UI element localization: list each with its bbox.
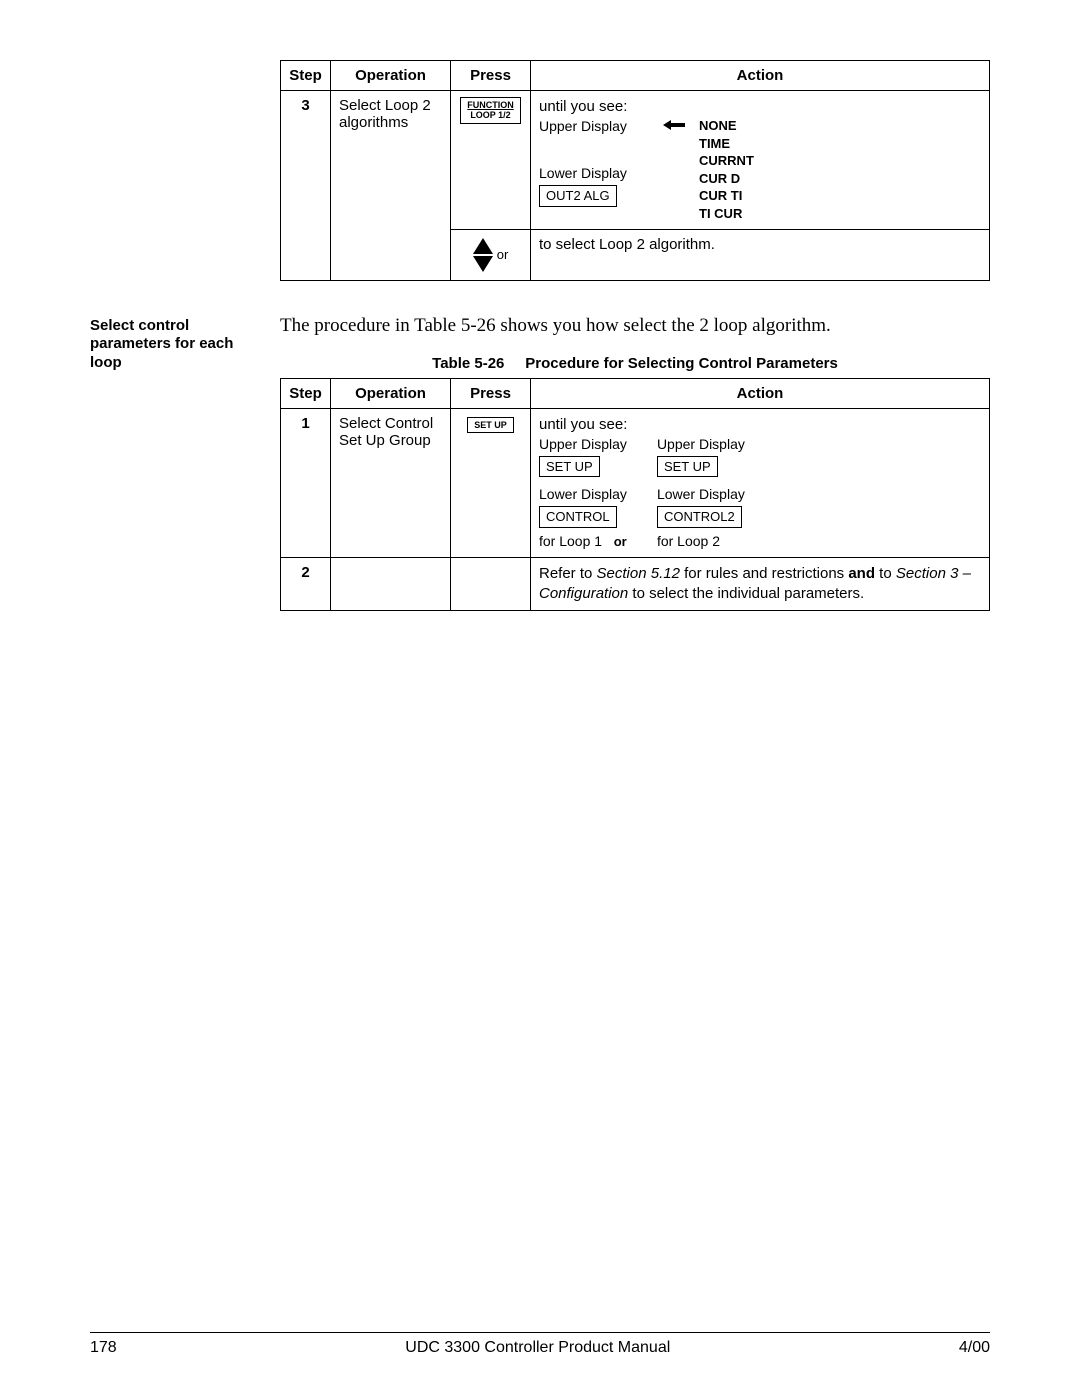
action-intro: until you see: — [539, 97, 981, 117]
option-item: NONE — [699, 117, 754, 135]
action-cell: until you see: Upper Display Lower Displ… — [531, 91, 990, 230]
action-cell: until you see: Upper Display SET UP Lowe… — [531, 408, 990, 557]
press-cell — [451, 557, 531, 611]
col-header-operation: Operation — [331, 378, 451, 408]
lower-display-box: CONTROL2 — [657, 506, 742, 528]
option-item: TIME — [699, 135, 754, 153]
page-number: 178 — [90, 1339, 117, 1357]
table-row: 3 Select Loop 2 algorithms FUNCTION LOOP… — [281, 91, 990, 230]
for-loop-label: for Loop 1 or — [539, 532, 627, 551]
triangle-down-icon — [473, 256, 493, 272]
keycap-line1: FUNCTION — [467, 100, 514, 110]
step-number: 3 — [281, 91, 331, 281]
lower-display-label: Lower Display — [539, 164, 649, 183]
keycap-line2: LOOP 1/2 — [470, 110, 510, 120]
col-header-action: Action — [531, 378, 990, 408]
table-row: 2 Refer to Section 5.12 for rules and re… — [281, 557, 990, 611]
table-header-row: Step Operation Press Action — [281, 61, 990, 91]
lower-display-label: Lower Display — [539, 485, 627, 504]
upper-display-label: Upper Display — [539, 435, 627, 454]
operation-cell: Select Control Set Up Group — [331, 408, 451, 557]
lower-display-box: CONTROL — [539, 506, 617, 528]
col-header-press: Press — [451, 61, 531, 91]
lower-display-label: Lower Display — [657, 485, 745, 504]
col-header-action: Action — [531, 61, 990, 91]
press-cell: FUNCTION LOOP 1/2 — [451, 91, 531, 230]
lower-display-box: OUT2 ALG — [539, 185, 617, 207]
intro-paragraph: The procedure in Table 5-26 shows you ho… — [280, 315, 990, 337]
arrow-left-icon — [663, 117, 685, 137]
caption-title: Procedure for Selecting Control Paramete… — [525, 355, 838, 372]
step-number: 2 — [281, 557, 331, 611]
page: Step Operation Press Action 3 Select Loo… — [0, 0, 1080, 1397]
procedure-table-2: Step Operation Press Action 1 Select Con… — [280, 378, 990, 612]
action-cell: Refer to Section 5.12 for rules and rest… — [531, 557, 990, 611]
option-item: CUR D — [699, 170, 754, 188]
table-caption: Table 5-26 Procedure for Selecting Contr… — [280, 355, 990, 372]
or-label: or — [614, 534, 627, 549]
options-list: NONE TIME CURRNT CUR D CUR TI TI CUR — [699, 117, 754, 222]
reference-text: Refer to Section 5.12 for rules and rest… — [539, 565, 971, 602]
upper-display-box: SET UP — [657, 456, 718, 478]
action-cell: to select Loop 2 algorithm. — [531, 229, 990, 280]
upper-display-label: Upper Display — [657, 435, 745, 454]
col-header-press: Press — [451, 378, 531, 408]
footer-title: UDC 3300 Controller Product Manual — [405, 1339, 670, 1357]
page-footer: 178 UDC 3300 Controller Product Manual 4… — [90, 1332, 990, 1357]
upper-display-label: Upper Display — [539, 117, 649, 136]
table-row: 1 Select Control Set Up Group SET UP unt… — [281, 408, 990, 557]
caption-label: Table 5-26 — [432, 355, 504, 372]
operation-cell: Select Loop 2 algorithms — [331, 91, 451, 281]
option-item: TI CUR — [699, 205, 754, 223]
loop1-column: Upper Display SET UP Lower Display CONTR… — [539, 435, 627, 551]
for-loop-label: for Loop 2 — [657, 532, 745, 551]
keycap-function-loop: FUNCTION LOOP 1/2 — [460, 97, 521, 124]
triangle-up-icon — [473, 238, 493, 254]
press-cell-arrows: or — [451, 229, 531, 280]
footer-date: 4/00 — [959, 1339, 990, 1357]
col-header-step: Step — [281, 61, 331, 91]
action-intro: until you see: — [539, 415, 981, 435]
loop2-column: Upper Display SET UP Lower Display CONTR… — [657, 435, 745, 551]
press-cell: SET UP — [451, 408, 531, 557]
option-item: CURRNT — [699, 152, 754, 170]
table1-container: Step Operation Press Action 3 Select Loo… — [280, 60, 990, 281]
col-header-operation: Operation — [331, 61, 451, 91]
option-item: CUR TI — [699, 187, 754, 205]
keycap-setup: SET UP — [467, 417, 514, 433]
upper-display-box: SET UP — [539, 456, 600, 478]
operation-cell — [331, 557, 451, 611]
table-header-row: Step Operation Press Action — [281, 378, 990, 408]
step-number: 1 — [281, 408, 331, 557]
or-label: or — [497, 247, 509, 262]
col-header-step: Step — [281, 378, 331, 408]
procedure-table-1: Step Operation Press Action 3 Select Loo… — [280, 60, 990, 281]
margin-note: Select control parameters for each loop — [90, 311, 260, 612]
